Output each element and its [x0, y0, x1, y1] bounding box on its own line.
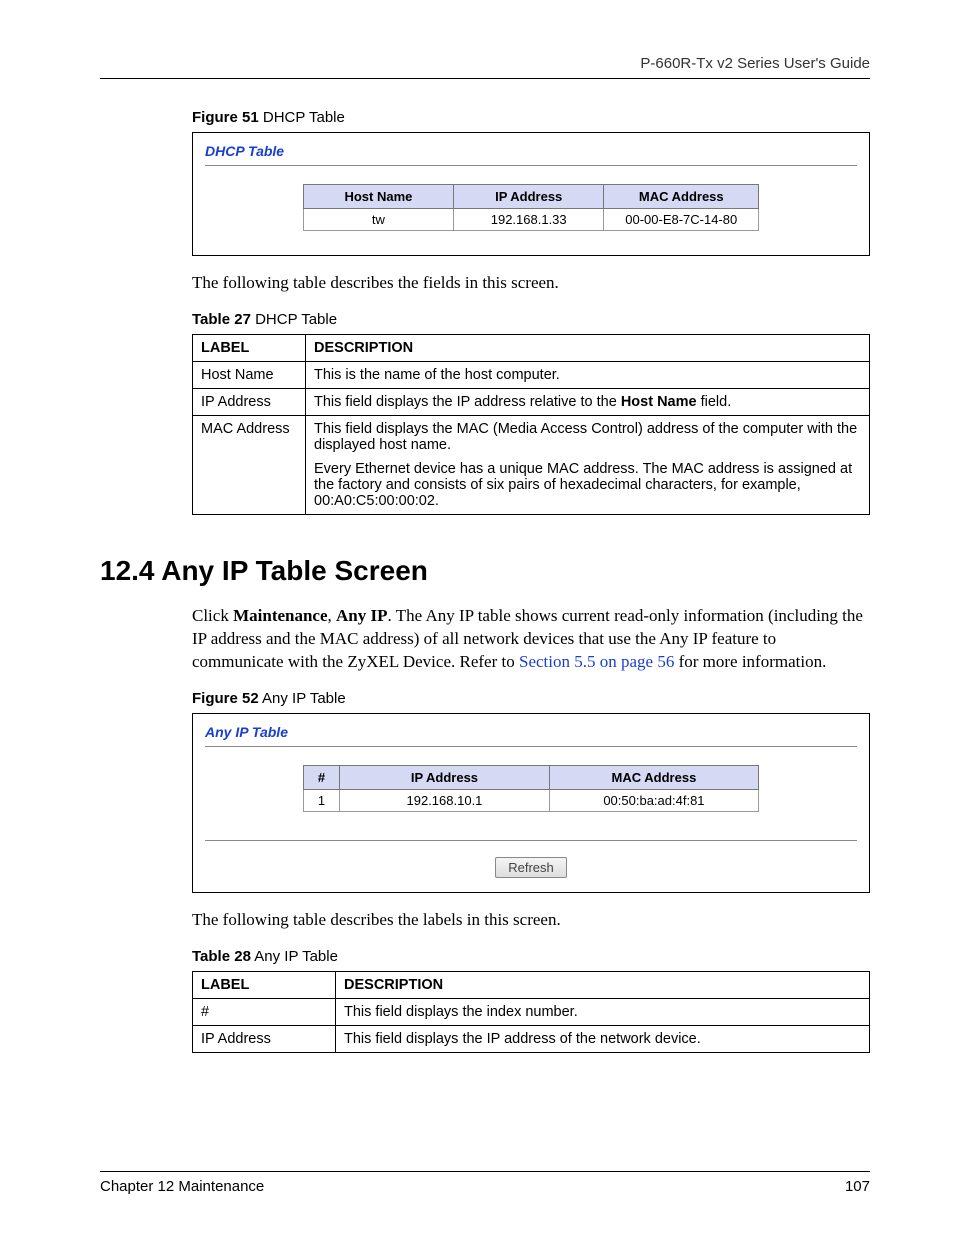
cell-mac: 00-00-E8-7C-14-80	[604, 209, 759, 231]
col-mac: MAC Address	[604, 185, 759, 209]
table-row: # This field displays the index number.	[193, 998, 870, 1025]
bold-anyip: Any IP	[336, 606, 387, 625]
dhcp-table-title: DHCP Table	[205, 143, 857, 159]
col-ip: IP Address	[340, 765, 549, 789]
text: ,	[328, 606, 337, 625]
cell-label: IP Address	[193, 388, 306, 415]
table28-caption-bold: Table 28	[192, 948, 251, 965]
screen-rule	[205, 165, 857, 166]
page: P-660R-Tx v2 Series User's Guide Figure …	[0, 0, 954, 1235]
cell-label: IP Address	[193, 1025, 336, 1052]
bold-maintenance: Maintenance	[233, 606, 327, 625]
footer-left: Chapter 12 Maintenance	[100, 1178, 264, 1195]
page-number: 107	[845, 1178, 870, 1195]
table-row: 1 192.168.10.1 00:50:ba:ad:4f:81	[303, 789, 758, 811]
table27-caption: Table 27 DHCP Table	[192, 311, 870, 328]
table28-caption: Table 28 Any IP Table	[192, 948, 870, 965]
cell-label: MAC Address	[193, 415, 306, 514]
cell-hostname: tw	[303, 209, 453, 231]
col-index: #	[303, 765, 339, 789]
col-ip: IP Address	[454, 185, 604, 209]
crossref-link[interactable]: Section 5.5 on page 56	[519, 652, 674, 671]
table27: LABEL DESCRIPTION Host Name This is the …	[192, 334, 870, 515]
screen-rule	[205, 840, 857, 841]
cell-desc: This field displays the index number.	[336, 998, 870, 1025]
section-heading: 12.4 Any IP Table Screen	[100, 555, 870, 587]
table27-caption-bold: Table 27	[192, 311, 251, 328]
para-after-fig51: The following table describes the fields…	[192, 272, 870, 295]
table28: LABEL DESCRIPTION # This field displays …	[192, 971, 870, 1053]
table-row: IP Address This field displays the IP ad…	[193, 1025, 870, 1052]
figure52-caption: Figure 52 Any IP Table	[192, 690, 870, 707]
text: field.	[697, 394, 732, 410]
content-area: Figure 51 DHCP Table DHCP Table Host Nam…	[192, 109, 870, 515]
th-desc: DESCRIPTION	[336, 971, 870, 998]
table-row: IP Address This field displays the IP ad…	[193, 388, 870, 415]
th-label: LABEL	[193, 334, 306, 361]
cell-desc: This field displays the IP address relat…	[306, 388, 870, 415]
table27-caption-text: DHCP Table	[251, 311, 337, 328]
screen-rule	[205, 746, 857, 747]
figure52-box: Any IP Table # IP Address MAC Address 1 …	[192, 713, 870, 893]
col-mac: MAC Address	[549, 765, 759, 789]
figure52-caption-bold: Figure 52	[192, 690, 259, 707]
table-row: MAC Address This field displays the MAC …	[193, 415, 870, 514]
text: This field displays the IP address relat…	[314, 394, 621, 410]
footer-rule	[100, 1171, 870, 1172]
figure51-caption: Figure 51 DHCP Table	[192, 109, 870, 126]
cell-desc: This is the name of the host computer.	[306, 361, 870, 388]
table-row: Host Name This is the name of the host c…	[193, 361, 870, 388]
table-row: tw 192.168.1.33 00-00-E8-7C-14-80	[303, 209, 758, 231]
anyip-table-title: Any IP Table	[205, 724, 857, 740]
cell-index: 1	[303, 789, 339, 811]
figure52-caption-text: Any IP Table	[259, 690, 346, 707]
cell-mac: 00:50:ba:ad:4f:81	[549, 789, 759, 811]
cell-ip: 192.168.10.1	[340, 789, 549, 811]
th-label: LABEL	[193, 971, 336, 998]
dhcp-ui-table: Host Name IP Address MAC Address tw 192.…	[303, 184, 759, 231]
para-after-fig52: The following table describes the labels…	[192, 909, 870, 932]
bold-text: Host Name	[621, 394, 697, 410]
text: Click	[192, 606, 233, 625]
table28-caption-text: Any IP Table	[251, 948, 338, 965]
cell-ip: 192.168.1.33	[454, 209, 604, 231]
figure51-box: DHCP Table Host Name IP Address MAC Addr…	[192, 132, 870, 256]
th-desc: DESCRIPTION	[306, 334, 870, 361]
cell-label: Host Name	[193, 361, 306, 388]
figure51-caption-bold: Figure 51	[192, 109, 259, 126]
cell-desc: This field displays the MAC (Media Acces…	[306, 415, 870, 514]
col-hostname: Host Name	[303, 185, 453, 209]
cell-desc: This field displays the IP address of th…	[336, 1025, 870, 1052]
footer: Chapter 12 Maintenance 107	[100, 1171, 870, 1195]
anyip-ui-table: # IP Address MAC Address 1 192.168.10.1 …	[303, 765, 759, 812]
para-anyip: Click Maintenance, Any IP. The Any IP ta…	[192, 605, 870, 674]
desc-p1: This field displays the MAC (Media Acces…	[314, 421, 861, 453]
text: for more information.	[674, 652, 826, 671]
refresh-button[interactable]: Refresh	[495, 857, 567, 878]
cell-label: #	[193, 998, 336, 1025]
content-area-2: Click Maintenance, Any IP. The Any IP ta…	[192, 605, 870, 1053]
top-rule	[100, 78, 870, 79]
figure51-caption-text: DHCP Table	[259, 109, 345, 126]
desc-p2: Every Ethernet device has a unique MAC a…	[314, 461, 861, 509]
doc-title: P-660R-Tx v2 Series User's Guide	[100, 55, 870, 72]
